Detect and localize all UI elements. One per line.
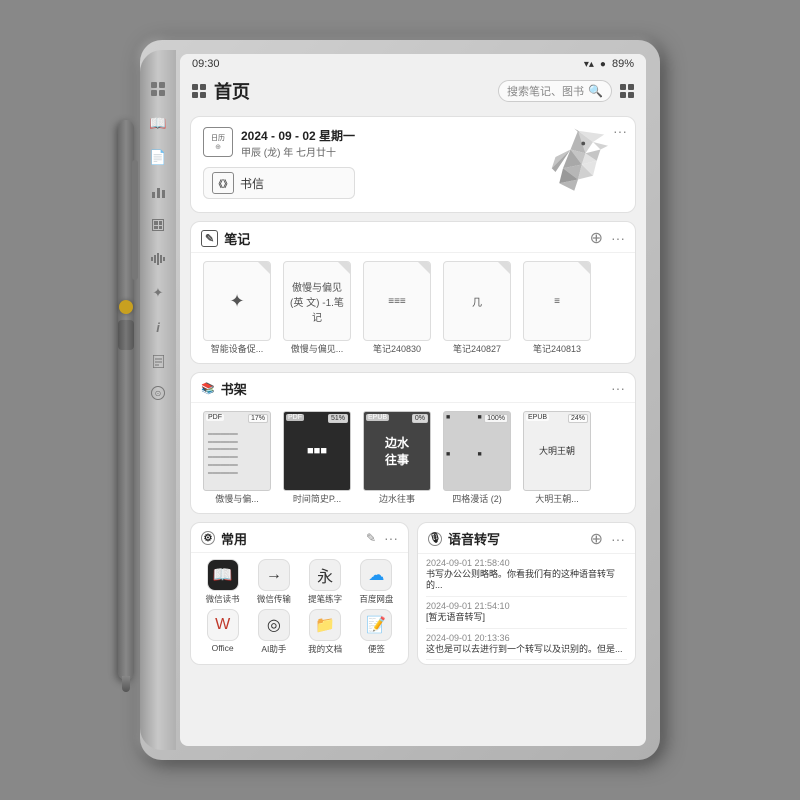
home-card-more[interactable]: ··· [613,123,627,139]
bottom-row: ⚙ 常用 ✎ ··· 📖 微信读书 [190,522,636,666]
stylus-pen [118,120,134,680]
voice-entries-list: 2024-09-01 21:58:40 书写办公公则略略。你看我们有的这种语音转… [418,554,635,665]
note-item[interactable]: 几 笔记240827 [441,261,513,355]
book-title: 书信 [240,175,264,192]
notes-more-icon[interactable]: ··· [611,230,625,246]
shelf-header: 📚 书架 ··· [191,373,635,403]
notes-section-title: 笔记 [224,229,250,248]
app-item-百度网盘[interactable]: ☁ 百度网盘 [353,559,400,605]
search-icon[interactable]: 🔍 [588,84,603,98]
spine-icon-page[interactable] [149,352,167,370]
app-item-便签[interactable]: 📝 便签 [353,609,400,655]
app-item-Office[interactable]: W Office [199,609,246,655]
app-item-微信读书[interactable]: 📖 微信读书 [199,559,246,605]
common-section: ⚙ 常用 ✎ ··· 📖 微信读书 [190,522,409,666]
home-card: 日历 ⊕ 2024 - 09 - 02 星期一 甲辰 (龙) 年 七月廿十 [190,116,636,213]
spine-icon-book[interactable]: 📖 [149,114,167,132]
spine-icon-grid[interactable] [149,80,167,98]
voice-more-icon[interactable]: ··· [611,531,625,547]
spine-icon-wave[interactable] [149,250,167,268]
bird-decoration [533,127,623,202]
home-grid-icon [192,84,206,98]
calendar-icon-box: 日历 ⊕ [203,127,233,157]
shelf-item[interactable]: PDF 17% ════════════════════════════════… [201,411,273,505]
notes-section: ✎ 笔记 ⊕ ··· ✦ 智能设备促... [190,221,636,364]
spine-icon-circle[interactable]: ⊙ [151,386,165,400]
shelf-list: PDF 17% ════════════════════════════════… [191,403,635,513]
app-item-AI助手[interactable]: ◎ AI助手 [250,609,297,655]
page-title: 首页 [214,78,250,104]
device-wrapper: 📖 📄 [140,40,660,760]
search-box[interactable]: 搜索笔记、图书 🔍 [498,80,612,102]
common-more-icon[interactable]: ··· [384,530,398,546]
spine-icon-star[interactable]: ✦ [149,284,167,302]
notes-section-icon: ✎ [201,230,218,247]
shelf-section: 📚 书架 ··· PDF 17% ══ [190,372,636,514]
spine-icon-chart[interactable] [149,182,167,200]
status-bar: 09:30 ▾▴ ● 89% [180,54,646,74]
app-item-我的文档[interactable]: 📁 我的文档 [302,609,349,655]
shelf-section-icon: 📚 [201,382,215,395]
pen-clip [132,160,138,280]
voice-entry[interactable]: 2024-09-01 21:54:10 [暂无语音转写] [426,601,627,629]
time-display: 09:30 [192,58,220,70]
book-entry[interactable]: 《》 书信 [203,167,355,199]
pen-button[interactable] [119,300,133,314]
device-body: 📖 📄 [140,40,660,760]
notes-list: ✦ 智能设备促... 傲慢与偏见 (英 文) -1.笔 记 傲慢与偏见... ≡… [191,253,635,363]
app-item-提笔练字[interactable]: 永 提笔练字 [302,559,349,605]
signal-icon: ● [600,59,606,70]
app-item-微信传输[interactable]: → 微信传输 [250,559,297,605]
apps-grid: 📖 微信读书 → 微信传输 永 提笔练字 ☁ 百度网盘 W Office [191,553,408,661]
common-header: ⚙ 常用 ✎ ··· [191,523,408,553]
voice-entry[interactable]: 2024-09-01 20:13:36 这也是可以去进行到一个转写以及识别的。但… [426,633,627,661]
top-bar: 首页 搜索笔记、图书 🔍 [180,74,646,110]
device-spine: 📖 📄 [140,50,176,750]
common-edit-icon[interactable]: ✎ [366,531,376,545]
spine-icon-info[interactable]: i [149,318,167,336]
shelf-item[interactable]: EPUB 24% 大明王朝 大明王朝... [521,411,593,505]
spine-icon-apps[interactable] [149,216,167,234]
date-main: 2024 - 09 - 02 星期一 [241,127,355,144]
notes-add-icon[interactable]: ⊕ [590,228,603,248]
menu-grid-icon[interactable] [620,84,634,98]
book-icon: 《》 [212,172,234,194]
common-section-title: 常用 [221,529,247,548]
note-item[interactable]: ≡ 笔记240813 [521,261,593,355]
shelf-more-icon[interactable]: ··· [611,380,625,396]
voice-section-icon: 🎙 [428,532,442,546]
shelf-item[interactable]: PDF 51% ■■■ 时间简史P... [281,411,353,505]
note-item[interactable]: 傲慢与偏见 (英 文) -1.笔 记 傲慢与偏见... [281,261,353,355]
wifi-icon: ▾▴ [584,59,594,70]
note-item[interactable]: ✦ 智能设备促... [201,261,273,355]
voice-section: 🎙 语音转写 ⊕ ··· 2024-09-01 21:58:40 书写办公公则略 [417,522,636,666]
shelf-section-title: 书架 [221,379,247,398]
shelf-item[interactable]: EPUB 0% 边水往事 边水往事 [361,411,433,505]
notes-header: ✎ 笔记 ⊕ ··· [191,222,635,253]
shelf-item[interactable]: 100% ■■■■ 四格漫话 (2) [441,411,513,505]
voice-section-title: 语音转写 [448,529,500,548]
battery-percent: 89% [612,58,634,70]
voice-entry[interactable]: 2024-09-01 21:58:40 书写办公公则略略。你看我们有的这种语音转… [426,558,627,597]
date-sub: 甲辰 (龙) 年 七月廿十 [241,144,355,159]
spine-icon-note[interactable]: 📄 [149,148,167,166]
voice-header: 🎙 语音转写 ⊕ ··· [418,523,635,554]
voice-add-icon[interactable]: ⊕ [590,529,603,549]
note-item[interactable]: ≡≡≡ 笔记240830 [361,261,433,355]
search-placeholder: 搜索笔记、图书 [507,83,584,99]
pen-band [118,320,134,350]
common-section-icon: ⚙ [201,531,215,545]
screen: 09:30 ▾▴ ● 89% 首页 搜索笔记、图书 [180,54,646,746]
